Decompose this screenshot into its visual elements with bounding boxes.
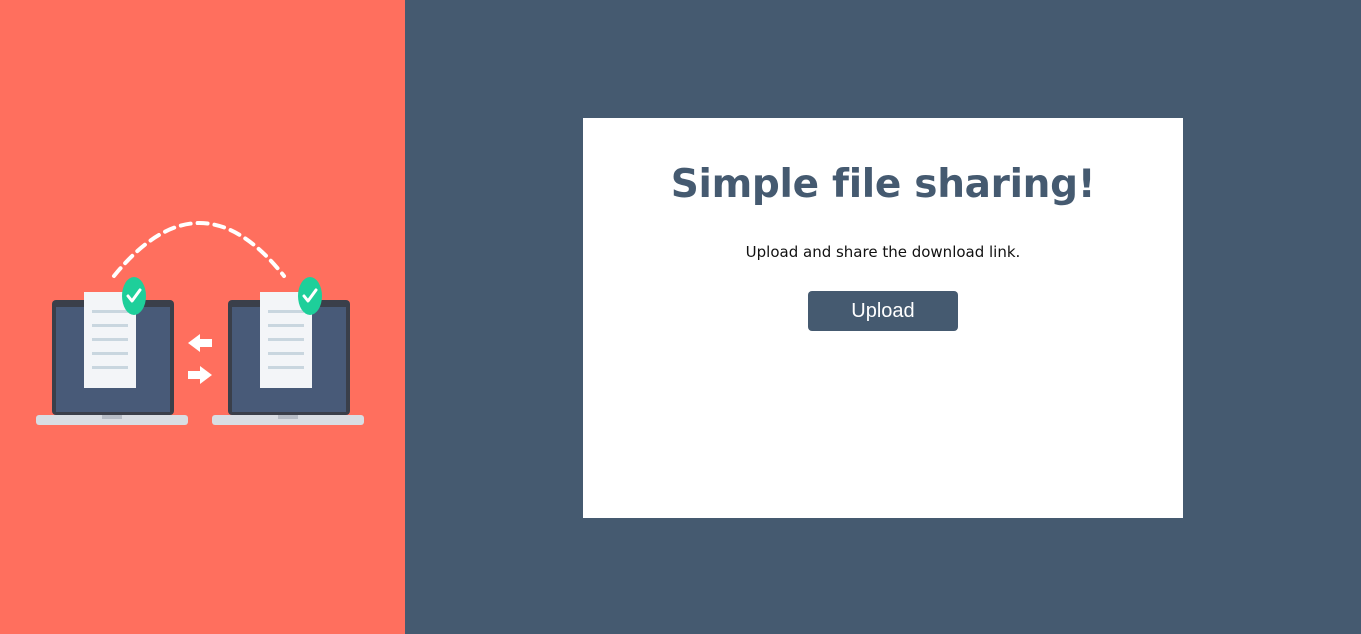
checkmark-icon: [298, 277, 322, 315]
page: Simple file sharing! Upload and share th…: [0, 0, 1361, 634]
arrow-right-icon: [188, 366, 212, 384]
checkmark-icon: [122, 277, 146, 315]
subtitle-text: Upload and share the download link.: [745, 243, 1021, 261]
upload-card: Simple file sharing! Upload and share th…: [583, 118, 1183, 518]
illustration-panel: [0, 0, 405, 634]
transfer-arc: [112, 221, 286, 278]
upload-button[interactable]: Upload: [808, 291, 958, 331]
arrow-left-icon: [188, 334, 212, 352]
content-panel: Simple file sharing! Upload and share th…: [405, 0, 1361, 634]
file-transfer-illustration: [36, 221, 364, 425]
page-title: Simple file sharing!: [670, 162, 1096, 207]
